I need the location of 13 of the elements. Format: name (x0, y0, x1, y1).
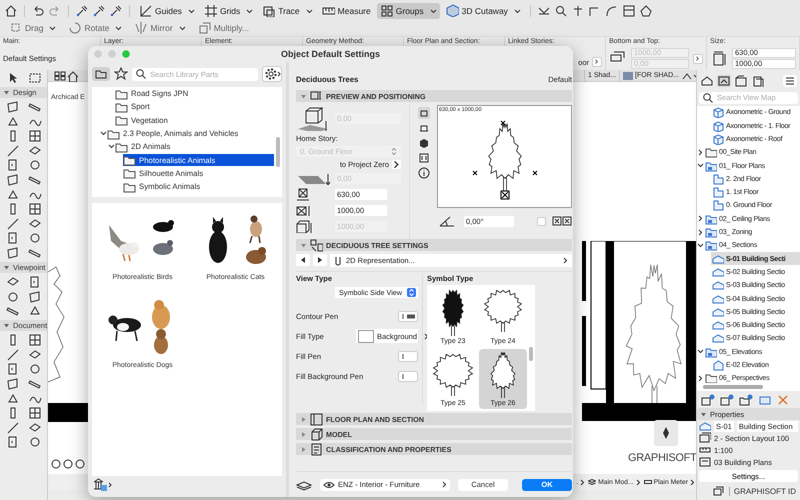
account-label[interactable]: GRAPHISOFT ID (734, 486, 796, 496)
toolbar-button[interactable]: Drag (6, 20, 60, 36)
toolbar-button[interactable]: Measure (318, 2, 374, 18)
toolbar-button[interactable]: Trace (259, 2, 316, 18)
window-title: Object Default Settings (280, 49, 381, 59)
toolbar-button[interactable]: Groups (376, 2, 440, 18)
toolbar-button[interactable]: Multiply... (194, 20, 252, 36)
toolbar-button[interactable]: Guides (136, 2, 198, 18)
toolbar-button[interactable]: Rotate (65, 20, 126, 36)
toolbar-button[interactable]: 3D Cutaway (442, 2, 524, 18)
toolbar-button[interactable]: Grids (200, 2, 256, 18)
toolbar-button[interactable]: Mirror (131, 20, 189, 36)
logo-text: GRAPHISOFT (628, 452, 696, 464)
